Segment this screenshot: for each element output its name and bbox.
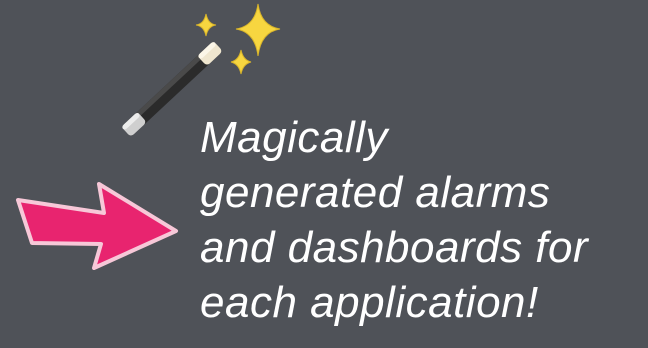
sparkle-large [235, 3, 281, 57]
caption-line-1: Magically [200, 113, 388, 162]
sparkle-small-bottom [230, 49, 252, 75]
caption-line-2: generated alarms [200, 168, 551, 217]
slide-canvas: { "icons": { "wand": "magic-wand-icon", … [0, 0, 648, 348]
caption-line-3: and dashboards for [200, 223, 589, 272]
caption-text: Magically generated alarms and dashboard… [200, 110, 646, 330]
caption-line-4: each application! [200, 278, 539, 327]
right-arrow-icon [16, 182, 178, 270]
sparkle-small-left [195, 13, 217, 37]
